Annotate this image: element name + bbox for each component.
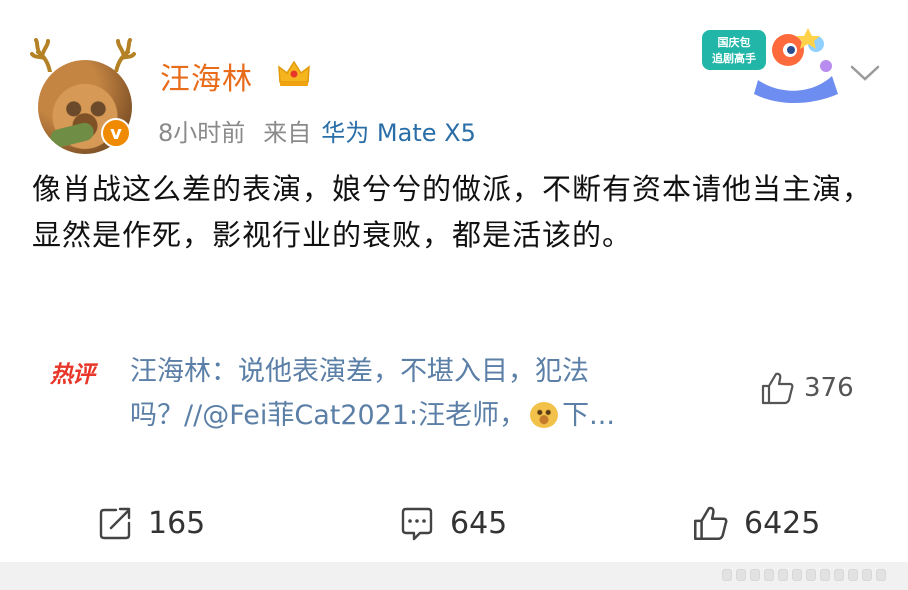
svg-text:国庆包: 国庆包 [718,35,751,49]
repost-icon [99,507,131,540]
repost-count: 165 [148,505,206,541]
comment-button[interactable]: 645 [398,498,507,548]
author-name[interactable]: 汪海林 [160,54,253,98]
source-prefix: 来自 [263,119,312,147]
chevron-down-icon[interactable] [849,63,881,83]
thumbs-up-icon [694,506,728,541]
hot-comment-text-tail: 下... [562,400,615,431]
like-count: 6425 [744,505,821,541]
action-bar: 165 645 6425 [0,498,908,548]
image-strip-indicator [722,569,894,581]
post-source[interactable]: 华为 Mate X5 [321,119,476,147]
hot-comment[interactable]: 热评 汪海林：说他表演差，不堪入目，犯法吗？//@Fei菲Cat2021:汪老师… [50,350,900,440]
avatar-group[interactable]: v [28,38,138,154]
hot-comment-text-part: 汪海林：说他表演差，不堪入目，犯法吗？//@Fei菲Cat2021:汪老师， [130,356,589,431]
weibo-post: v 汪海林 8小时前 来自 华为 Mate X5 国庆包 追剧高手 像肖战这么差的表… [0,0,908,590]
hot-comment-like-count: 376 [804,373,854,403]
crown-icon [278,60,310,86]
festival-sticker[interactable]: 国庆包 追剧高手 [698,20,846,106]
verified-badge: v [101,118,131,148]
repost-button[interactable]: 165 [96,498,205,548]
hot-comment-like-button[interactable]: 376 [758,368,854,408]
like-button[interactable]: 6425 [690,498,820,548]
bottom-strip [0,562,908,590]
hot-comment-tag: 热评 [50,362,95,388]
post-content: 像肖战这么差的表演，娘兮兮的做派，不断有资本请他当主演，显然是作死，影视行业的衰… [32,172,873,252]
hot-comment-text[interactable]: 汪海林：说他表演差，不堪入目，犯法吗？//@Fei菲Cat2021:汪老师， 下.… [130,350,720,438]
post-time: 8小时前 [158,119,246,147]
post-meta: 8小时前 来自 华为 Mate X5 [158,113,476,148]
doge-emoji-icon [530,402,559,428]
comment-icon [401,507,433,541]
svg-text:追剧高手: 追剧高手 [712,51,756,65]
thumbs-up-icon [761,372,794,405]
comment-count: 645 [450,505,508,541]
